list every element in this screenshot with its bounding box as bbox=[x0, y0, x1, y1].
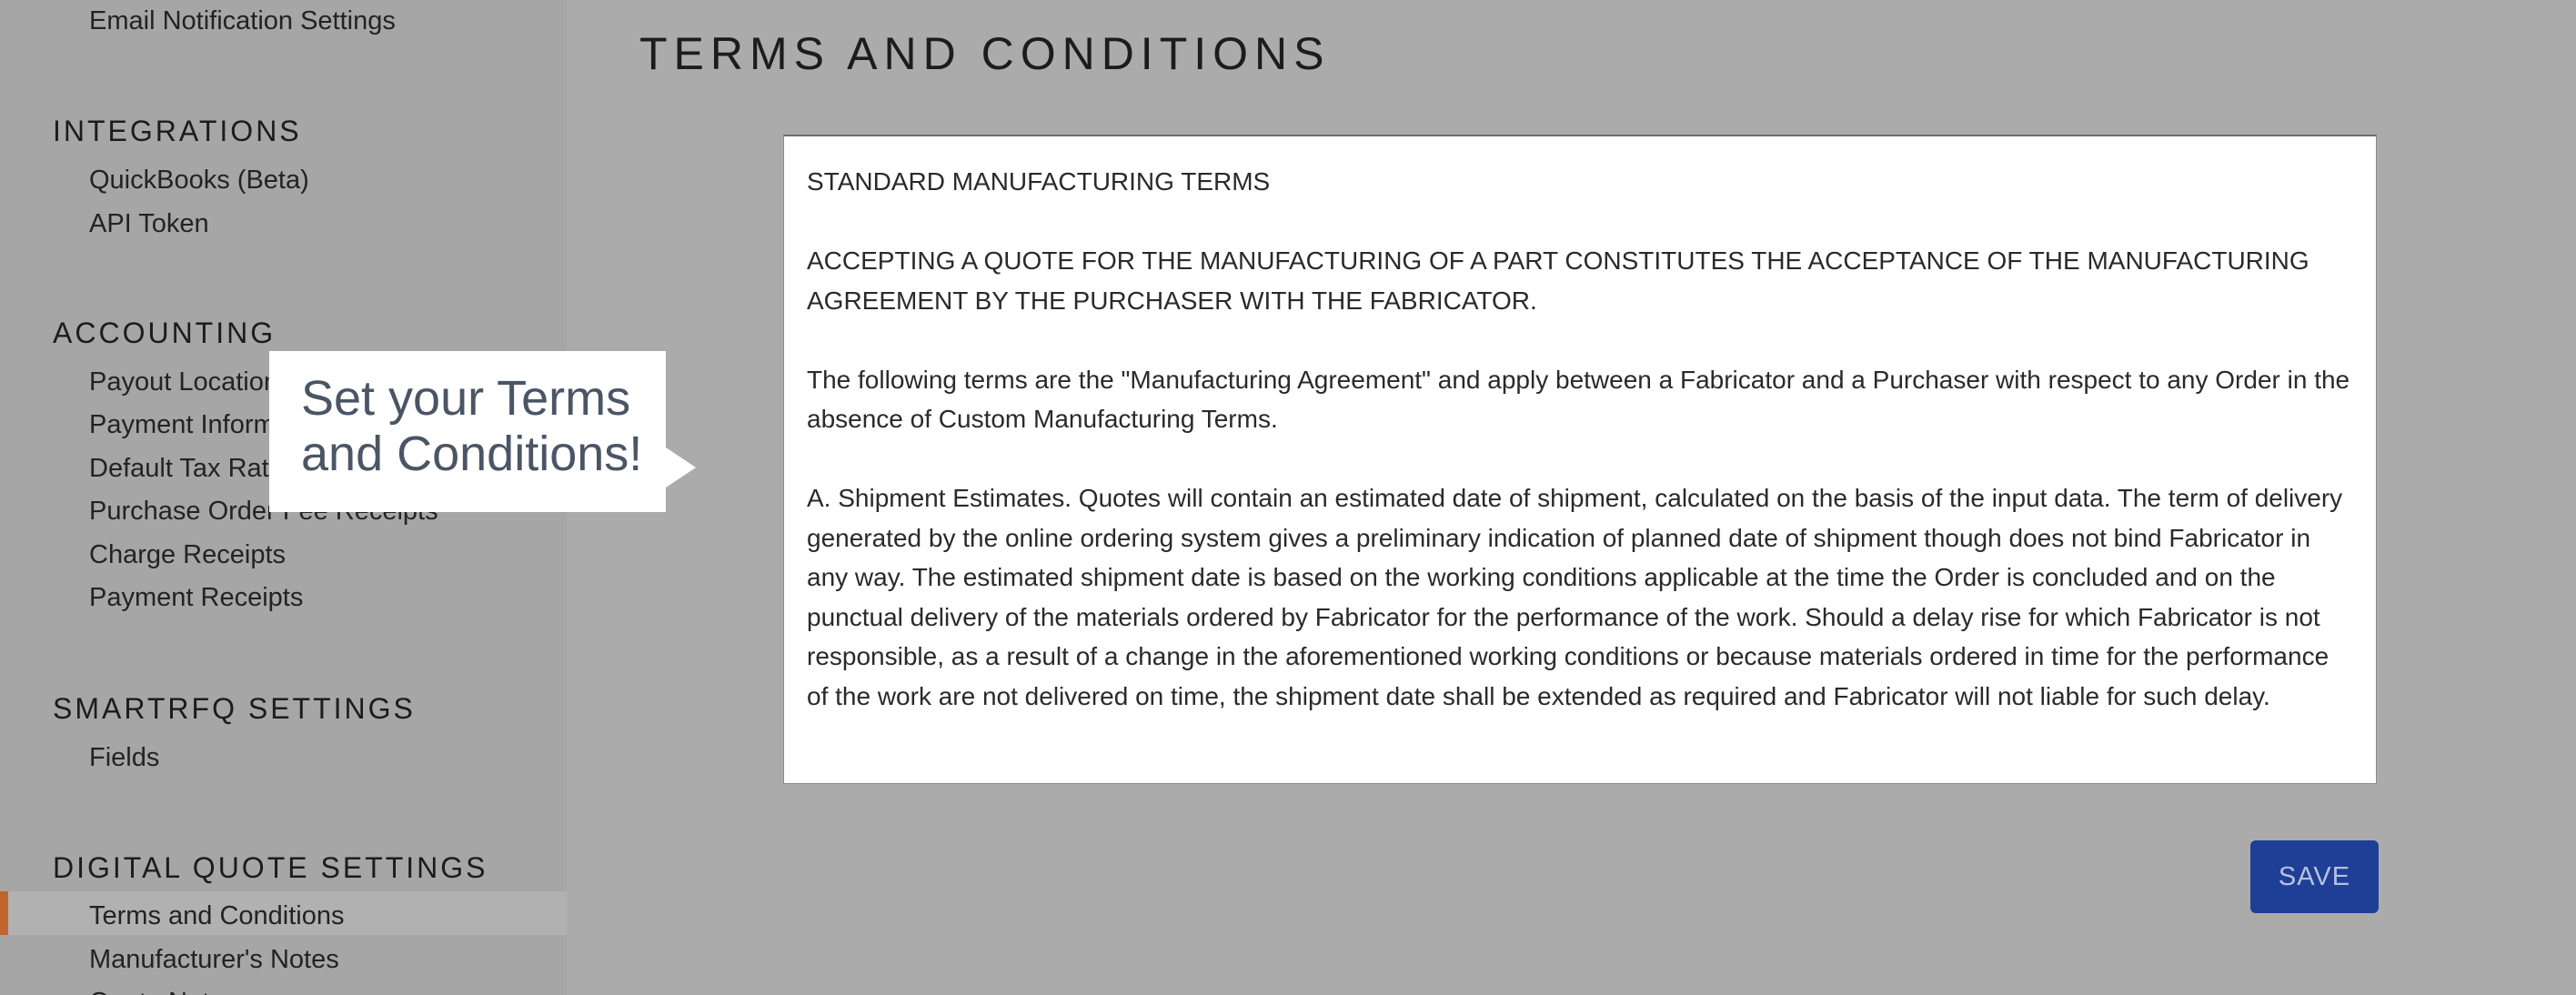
sidebar-item-email-notification-settings[interactable]: Email Notification Settings bbox=[89, 3, 396, 39]
sidebar-item-quote-notes[interactable]: Quote Notes bbox=[89, 984, 237, 995]
sidebar-heading-integrations: INTEGRATIONS bbox=[53, 115, 302, 147]
terms-paragraph: STANDARD MANUFACTURING TERMS bbox=[807, 167, 1271, 196]
callout-line: and Conditions! bbox=[301, 427, 643, 481]
terms-editor[interactable]: STANDARD MANUFACTURING TERMS ACCEPTING A… bbox=[783, 135, 2377, 784]
terms-paragraph: ACCEPTING A QUOTE FOR THE MANUFACTURING … bbox=[807, 246, 2309, 315]
sidebar-item-charge-receipts[interactable]: Charge Receipts bbox=[89, 537, 286, 573]
terms-paragraph: A. Shipment Estimates. Quotes will conta… bbox=[807, 484, 2343, 710]
sidebar-item-manufacturers-notes[interactable]: Manufacturer's Notes bbox=[89, 941, 339, 978]
callout-pointer bbox=[666, 447, 696, 487]
page: Email Notification Settings INTEGRATIONS… bbox=[0, 0, 2576, 995]
save-button[interactable]: SAVE bbox=[2250, 840, 2379, 913]
terms-paragraph: The following terms are the "Manufacturi… bbox=[807, 365, 2350, 434]
sidebar-item-payment-receipts[interactable]: Payment Receipts bbox=[89, 579, 303, 616]
sidebar-heading-accounting: ACCOUNTING bbox=[53, 317, 277, 349]
sidebar-active-indicator bbox=[0, 891, 8, 935]
sidebar-item-payout-locations[interactable]: Payout Locations bbox=[89, 364, 291, 400]
sidebar-heading-digital-quote-settings: DIGITAL QUOTE SETTINGS bbox=[53, 851, 488, 884]
callout-line: Set your Terms bbox=[301, 371, 631, 426]
page-title: TERMS AND CONDITIONS bbox=[639, 28, 1331, 79]
sidebar-item-api-token[interactable]: API Token bbox=[89, 206, 209, 242]
tour-callout: Set your Terms and Conditions! bbox=[269, 351, 666, 512]
sidebar-item-default-tax-rates[interactable]: Default Tax Rates bbox=[89, 450, 297, 487]
sidebar-heading-smartrfq-settings: SMARTRFQ SETTINGS bbox=[53, 692, 416, 725]
sidebar-item-terms-and-conditions[interactable]: Terms and Conditions bbox=[89, 898, 344, 934]
sidebar-item-fields[interactable]: Fields bbox=[89, 739, 159, 776]
sidebar-item-quickbooks[interactable]: QuickBooks (Beta) bbox=[89, 162, 309, 198]
